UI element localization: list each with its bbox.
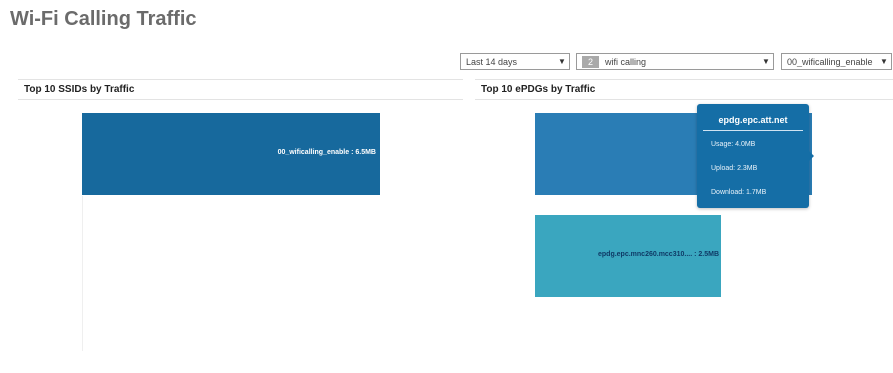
epdg-panel-title: Top 10 ePDGs by Traffic [481, 84, 596, 95]
selected-count-badge: 2 [582, 55, 600, 68]
tooltip-download: Download: 1.7MB [711, 189, 767, 196]
ssid-value: 00_wificalling_enable [787, 56, 873, 67]
chevron-down-icon: ▼ [762, 57, 770, 66]
epdg-panel-header: Top 10 ePDGs by Traffic [475, 79, 893, 100]
time-range-select[interactable]: Last 14 days ▼ [460, 53, 570, 70]
chart-axis-line [82, 196, 83, 351]
category-select[interactable]: 2 wifi calling ▼ [576, 53, 774, 70]
epdg-bar-mnc260[interactable]: epdg.epc.mnc260.mcc310.... : 2.5MB [535, 215, 721, 297]
ssid-bar-label: 00_wificalling_enable : 6.5MB [277, 149, 376, 156]
chevron-down-icon: ▼ [880, 57, 888, 66]
tooltip-arrow [809, 151, 814, 161]
ssid-select[interactable]: 00_wificalling_enable ▼ [781, 53, 892, 70]
chevron-down-icon: ▼ [558, 57, 566, 66]
epdg-bar-label: epdg.epc.mnc260.mcc310.... : 2.5MB [598, 251, 719, 258]
category-value: wifi calling [605, 56, 647, 67]
ssid-panel-title: Top 10 SSIDs by Traffic [24, 84, 135, 95]
tooltip-usage: Usage: 4.0MB [711, 141, 756, 148]
tooltip-upload: Upload: 2.3MB [711, 165, 758, 172]
time-range-value: Last 14 days [466, 56, 518, 67]
ssid-panel-header: Top 10 SSIDs by Traffic [18, 79, 463, 100]
page-title: Wi-Fi Calling Traffic [10, 8, 197, 30]
tooltip-title: epdg.epc.att.net [718, 115, 788, 125]
tooltip-divider [703, 130, 803, 131]
bar-tooltip: epdg.epc.att.net Usage: 4.0MB Upload: 2.… [697, 104, 809, 208]
ssid-bar[interactable]: 00_wificalling_enable : 6.5MB [82, 113, 380, 195]
